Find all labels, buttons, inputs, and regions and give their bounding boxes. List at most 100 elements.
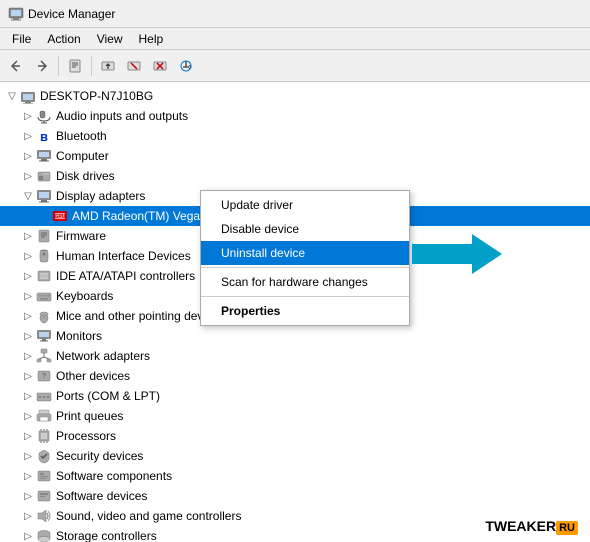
properties-button[interactable] — [63, 54, 87, 78]
audio-icon — [36, 108, 52, 124]
title-bar: Device Manager — [0, 0, 590, 28]
context-disable-device[interactable]: Disable device — [201, 217, 409, 241]
menu-help[interactable]: Help — [131, 30, 172, 48]
title-bar-text: Device Manager — [28, 7, 115, 21]
monitors-icon — [36, 328, 52, 344]
ports-expand-arrow: ▷ — [20, 388, 36, 404]
tree-item-audio[interactable]: ▷ Audio inputs and outputs — [0, 106, 590, 126]
network-expand-arrow: ▷ — [20, 348, 36, 364]
back-button[interactable] — [4, 54, 28, 78]
print-label: Print queues — [56, 409, 123, 423]
bluetooth-icon: ʙ — [36, 128, 52, 144]
svg-text:GPU: GPU — [55, 214, 66, 220]
monitors-label: Monitors — [56, 329, 102, 343]
ide-label: IDE ATA/ATAPI controllers — [56, 269, 195, 283]
processors-icon — [36, 428, 52, 444]
disk-icon — [36, 168, 52, 184]
tree-item-network[interactable]: ▷ Network adapters — [0, 346, 590, 366]
firmware-expand-arrow: ▷ — [20, 228, 36, 244]
print-icon — [36, 408, 52, 424]
audio-expand-arrow: ▷ — [20, 108, 36, 124]
context-separator-1 — [201, 267, 409, 268]
other-icon: ? — [36, 368, 52, 384]
tree-item-bluetooth[interactable]: ▷ ʙ Bluetooth — [0, 126, 590, 146]
amd-icon: GPU — [52, 208, 68, 224]
disk-label: Disk drives — [56, 169, 115, 183]
tree-item-processors[interactable]: ▷ Processors — [0, 426, 590, 446]
other-label: Other devices — [56, 369, 130, 383]
tree-item-ports[interactable]: ▷ Ports (COM & LPT) — [0, 386, 590, 406]
hid-label: Human Interface Devices — [56, 249, 191, 263]
sound-expand-arrow: ▷ — [20, 508, 36, 524]
context-uninstall-device[interactable]: Uninstall device — [201, 241, 409, 265]
ide-expand-arrow: ▷ — [20, 268, 36, 284]
amd-expand-arrow — [36, 208, 52, 224]
computer-label: Computer — [56, 149, 109, 163]
toolbar-sep-1 — [58, 56, 59, 76]
storage-icon — [36, 528, 52, 542]
context-update-driver[interactable]: Update driver — [201, 193, 409, 217]
root-icon — [20, 88, 36, 104]
disable-device-button[interactable] — [122, 54, 146, 78]
ports-label: Ports (COM & LPT) — [56, 389, 160, 403]
hid-icon — [36, 248, 52, 264]
mice-expand-arrow: ▷ — [20, 308, 36, 324]
security-icon — [36, 448, 52, 464]
menu-file[interactable]: File — [4, 30, 39, 48]
keyboard-icon — [36, 288, 52, 304]
tree-item-disk[interactable]: ▷ Disk drives — [0, 166, 590, 186]
ports-icon — [36, 388, 52, 404]
forward-button[interactable] — [30, 54, 54, 78]
tree-item-computer[interactable]: ▷ Computer — [0, 146, 590, 166]
keyboard-expand-arrow: ▷ — [20, 288, 36, 304]
display-label: Display adapters — [56, 189, 145, 203]
update-driver-button[interactable] — [96, 54, 120, 78]
watermark-text: TWEAKER — [485, 518, 556, 534]
processors-expand-arrow: ▷ — [20, 428, 36, 444]
display-icon — [36, 188, 52, 204]
ide-icon — [36, 268, 52, 284]
display-expand-arrow: ▽ — [20, 188, 36, 204]
storage-expand-arrow: ▷ — [20, 528, 36, 542]
firmware-label: Firmware — [56, 229, 106, 243]
sound-label: Sound, video and game controllers — [56, 509, 241, 523]
tree-item-monitors[interactable]: ▷ Monitors — [0, 326, 590, 346]
processors-label: Processors — [56, 429, 116, 443]
context-separator-2 — [201, 296, 409, 297]
context-properties[interactable]: Properties — [201, 299, 409, 323]
main-area: ▽ DESKTOP-N7J10BG ▷ — [0, 82, 590, 542]
security-label: Security devices — [56, 449, 143, 463]
root-label: DESKTOP-N7J10BG — [40, 89, 153, 103]
softwaredev-icon — [36, 488, 52, 504]
toolbar-sep-2 — [91, 56, 92, 76]
computer-icon — [36, 148, 52, 164]
softwaredev-label: Software devices — [56, 489, 147, 503]
title-bar-icon — [8, 6, 24, 22]
softwarecomp-label: Software components — [56, 469, 172, 483]
hid-expand-arrow: ▷ — [20, 248, 36, 264]
security-expand-arrow: ▷ — [20, 448, 36, 464]
tree-item-other[interactable]: ▷ ? Other devices — [0, 366, 590, 386]
mice-icon — [36, 308, 52, 324]
network-label: Network adapters — [56, 349, 150, 363]
softwarecomp-expand-arrow: ▷ — [20, 468, 36, 484]
uninstall-device-button[interactable] — [148, 54, 172, 78]
menu-bar: File Action View Help — [0, 28, 590, 50]
scan-hardware-button[interactable] — [174, 54, 198, 78]
tree-item-softwaredev[interactable]: ▷ Software devices — [0, 486, 590, 506]
context-menu: Update driver Disable device Uninstall d… — [200, 190, 410, 326]
storage-label: Storage controllers — [56, 529, 157, 542]
watermark: TWEAKERRU — [485, 518, 578, 534]
tree-item-security[interactable]: ▷ Security devices — [0, 446, 590, 466]
disk-expand-arrow: ▷ — [20, 168, 36, 184]
root-expand-arrow: ▽ — [4, 88, 20, 104]
tree-item-print[interactable]: ▷ Print queues — [0, 406, 590, 426]
context-scan-hardware[interactable]: Scan for hardware changes — [201, 270, 409, 294]
tree-root[interactable]: ▽ DESKTOP-N7J10BG — [0, 86, 590, 106]
softwaredev-expand-arrow: ▷ — [20, 488, 36, 504]
arrow-indicator — [412, 234, 502, 280]
menu-action[interactable]: Action — [39, 30, 88, 48]
tree-item-softwarecomp[interactable]: ▷ Software components — [0, 466, 590, 486]
menu-view[interactable]: View — [89, 30, 131, 48]
keyboard-label: Keyboards — [56, 289, 113, 303]
